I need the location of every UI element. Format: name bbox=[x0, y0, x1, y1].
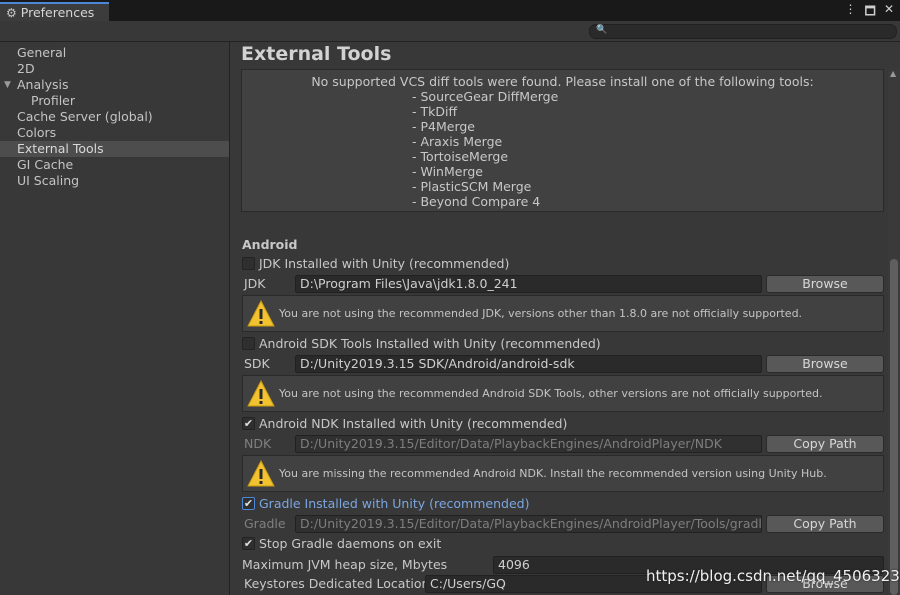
scrollbar-thumb[interactable] bbox=[890, 259, 898, 595]
gradle-path-field: D:/Unity2019.3.15/Editor/Data/PlaybackEn… bbox=[295, 515, 762, 533]
list-item: - P4Merge bbox=[412, 119, 475, 134]
preferences-tab[interactable]: ⚙ Preferences bbox=[0, 2, 109, 21]
jdk-label: JDK bbox=[244, 276, 266, 291]
scroll-up-icon[interactable]: ▲ bbox=[890, 69, 896, 78]
android-section-heading: Android bbox=[242, 237, 298, 252]
sdk-warning-box: You are not using the recommended Androi… bbox=[242, 375, 884, 412]
jdk-row: JDK D:\Program Files\Java\jdk1.8.0_241 B… bbox=[242, 275, 885, 293]
sidebar-item-analysis[interactable]: ▼ Analysis bbox=[0, 77, 229, 93]
vertical-scrollbar[interactable]: ▲ bbox=[888, 69, 900, 595]
expand-triangle-icon[interactable]: ▼ bbox=[4, 77, 11, 93]
ndk-warning-box: You are missing the recommended Android … bbox=[242, 455, 884, 492]
sdk-row: SDK D:/Unity2019.3.15 SDK/Android/androi… bbox=[242, 355, 885, 373]
stop-gradle-checkbox[interactable]: ✔ bbox=[242, 537, 255, 550]
stop-gradle-row: ✔ Stop Gradle daemons on exit bbox=[242, 536, 885, 554]
sidebar-item-ui-scaling[interactable]: UI Scaling bbox=[0, 173, 229, 189]
warning-icon bbox=[247, 460, 275, 487]
jdk-installed-checkbox[interactable] bbox=[242, 257, 255, 270]
vcs-tool-list: - SourceGear DiffMerge - TkDiff - P4Merg… bbox=[412, 89, 558, 209]
sdk-browse-button[interactable]: Browse bbox=[766, 355, 884, 373]
sdk-warning-text: You are not using the recommended Androi… bbox=[279, 387, 823, 400]
list-item: - PlasticSCM Merge bbox=[412, 179, 532, 194]
sdk-label: SDK bbox=[244, 356, 270, 371]
list-item: - WinMerge bbox=[412, 164, 483, 179]
ndk-installed-label: Android NDK Installed with Unity (recomm… bbox=[259, 416, 568, 431]
search-input[interactable]: 🔍 bbox=[589, 24, 897, 39]
jdk-browse-button[interactable]: Browse bbox=[766, 275, 884, 293]
window-controls: ⋮ 🗖 ✕ bbox=[845, 2, 894, 23]
stop-gradle-label: Stop Gradle daemons on exit bbox=[259, 536, 442, 551]
jdk-installed-row: JDK Installed with Unity (recommended) bbox=[242, 256, 885, 274]
list-item: - TkDiff bbox=[412, 104, 458, 119]
gear-icon: ⚙ bbox=[6, 5, 17, 20]
sdk-path-field[interactable]: D:/Unity2019.3.15 SDK/Android/android-sd… bbox=[295, 355, 762, 373]
ndk-installed-row: ✔ Android NDK Installed with Unity (reco… bbox=[242, 416, 885, 434]
sidebar-item-2d[interactable]: 2D bbox=[0, 61, 229, 77]
sidebar: General 2D ▼ Analysis Profiler Cache Ser… bbox=[0, 42, 230, 595]
sdk-installed-row: Android SDK Tools Installed with Unity (… bbox=[242, 336, 885, 354]
jdk-warning-text: You are not using the recommended JDK, v… bbox=[279, 307, 803, 320]
maximize-icon[interactable]: 🗖 bbox=[865, 2, 876, 23]
close-icon[interactable]: ✕ bbox=[884, 2, 894, 23]
more-options-icon[interactable]: ⋮ bbox=[845, 2, 857, 23]
vcs-message: No supported VCS diff tools were found. … bbox=[311, 74, 814, 89]
vcs-help-box: No supported VCS diff tools were found. … bbox=[241, 69, 884, 212]
jdk-installed-label: JDK Installed with Unity (recommended) bbox=[259, 256, 510, 271]
keystores-label: Keystores Dedicated Location bbox=[244, 576, 430, 591]
ndk-label: NDK bbox=[244, 436, 272, 451]
sidebar-item-external-tools[interactable]: External Tools bbox=[0, 141, 229, 157]
sdk-installed-checkbox[interactable] bbox=[242, 337, 255, 350]
sidebar-item-gi-cache[interactable]: GI Cache bbox=[0, 157, 229, 173]
ndk-copy-path-button[interactable]: Copy Path bbox=[766, 435, 884, 453]
title-bar: ⚙ Preferences ⋮ 🗖 ✕ bbox=[0, 0, 900, 21]
search-icon: 🔍 bbox=[596, 25, 608, 35]
list-item: - TortoiseMerge bbox=[412, 149, 509, 164]
list-item: - SourceGear DiffMerge bbox=[412, 89, 559, 104]
list-item: - Araxis Merge bbox=[412, 134, 503, 149]
sidebar-item-label: Analysis bbox=[17, 77, 69, 92]
gradle-row: Gradle D:/Unity2019.3.15/Editor/Data/Pla… bbox=[242, 515, 885, 533]
page-title: External Tools bbox=[241, 43, 392, 65]
warning-icon bbox=[247, 300, 275, 327]
ndk-row: NDK D:/Unity2019.3.15/Editor/Data/Playba… bbox=[242, 435, 885, 453]
gradle-label: Gradle bbox=[244, 516, 286, 531]
sidebar-item-general[interactable]: General bbox=[0, 45, 229, 61]
gradle-copy-path-button[interactable]: Copy Path bbox=[766, 515, 884, 533]
tab-title: Preferences bbox=[20, 5, 95, 20]
jdk-path-field[interactable]: D:\Program Files\Java\jdk1.8.0_241 bbox=[295, 275, 762, 293]
warning-icon bbox=[247, 380, 275, 407]
gradle-installed-checkbox[interactable]: ✔ bbox=[242, 497, 255, 510]
jdk-warning-box: You are not using the recommended JDK, v… bbox=[242, 295, 884, 332]
gradle-installed-row: ✔ Gradle Installed with Unity (recommend… bbox=[242, 496, 885, 514]
ndk-path-field: D:/Unity2019.3.15/Editor/Data/PlaybackEn… bbox=[295, 435, 762, 453]
gradle-installed-label: Gradle Installed with Unity (recommended… bbox=[259, 496, 530, 511]
jvm-heap-label: Maximum JVM heap size, Mbytes bbox=[242, 557, 448, 572]
main-panel: External Tools No supported VCS diff too… bbox=[231, 42, 900, 595]
sidebar-item-cache-server[interactable]: Cache Server (global) bbox=[0, 109, 229, 125]
toolbar: 🔍 bbox=[0, 21, 900, 42]
list-item: - Beyond Compare 4 bbox=[412, 194, 541, 209]
watermark: https://blog.csdn.net/qq_45063234 bbox=[646, 567, 900, 585]
ndk-warning-text: You are missing the recommended Android … bbox=[279, 467, 827, 480]
sdk-installed-label: Android SDK Tools Installed with Unity (… bbox=[259, 336, 601, 351]
sidebar-item-profiler[interactable]: Profiler bbox=[0, 93, 229, 109]
sidebar-item-colors[interactable]: Colors bbox=[0, 125, 229, 141]
ndk-installed-checkbox[interactable]: ✔ bbox=[242, 417, 255, 430]
